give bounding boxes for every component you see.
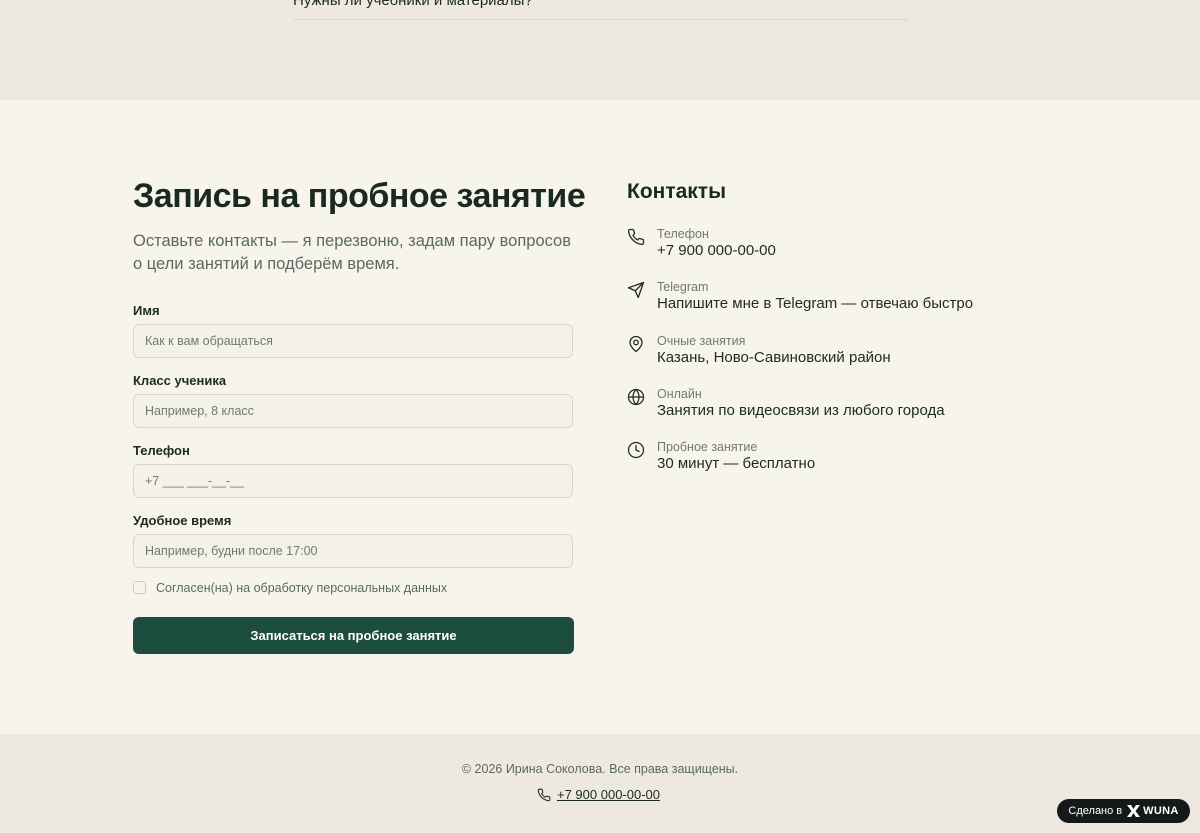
booking-form: Запись на пробное занятие Оставьте конта… (133, 176, 586, 654)
contact-value: Занятия по видеосвязи из любого города (657, 402, 945, 419)
time-field: Удобное время (133, 513, 574, 568)
faq-question: Нужны ли учебники и материалы? (293, 0, 533, 9)
contact-value: +7 900 000-00-00 (657, 242, 776, 259)
phone-field: Телефон (133, 443, 574, 498)
phone-icon (537, 788, 551, 801)
form-subtitle: Оставьте контакты — я перезвоню, задам п… (133, 232, 571, 273)
contact-label: Очные занятия (657, 334, 746, 348)
submit-button[interactable]: Записаться на пробное занятие (133, 617, 574, 654)
phone-label: Телефон (133, 443, 190, 458)
faq-section-end: Нужны ли учебники и материалы? (0, 0, 1200, 100)
location-pin-icon (629, 335, 643, 353)
contact-label: Telegram (657, 280, 709, 294)
faq-item[interactable]: Нужны ли учебники и материалы? (293, 0, 909, 20)
consent-row[interactable]: Согласен(на) на обработку персональных д… (133, 580, 448, 595)
contact-trial: Пробное занятие 30 минут — бесплатно (627, 440, 1087, 480)
contact-offline: Очные занятия Казань, Ново-Савиновский р… (627, 334, 1087, 374)
phone-input[interactable] (133, 464, 573, 498)
booking-section: Запись на пробное занятие Оставьте конта… (0, 100, 1200, 734)
time-input[interactable] (133, 534, 573, 568)
contacts-panel: Контакты Телефон +7 900 000-00-00 Telegr… (627, 180, 1087, 472)
contacts-title: Контакты (627, 180, 727, 203)
contact-label: Телефон (657, 227, 709, 241)
grade-input[interactable] (133, 394, 573, 428)
wuna-logo-icon (1127, 805, 1141, 817)
footer-phone-link[interactable]: +7 900 000-00-00 (557, 787, 660, 802)
consent-checkbox[interactable] (133, 580, 146, 594)
name-label: Имя (133, 303, 160, 318)
clock-icon (627, 441, 645, 459)
contact-label: Пробное занятие (657, 440, 758, 454)
globe-icon (627, 388, 645, 406)
phone-icon (627, 228, 645, 246)
time-label: Удобное время (133, 513, 232, 528)
name-field: Имя (133, 303, 574, 358)
form-title: Запись на пробное занятие (133, 177, 586, 215)
footer-phone: +7 900 000-00-00 (537, 787, 660, 802)
contact-value: 30 минут — бесплатно (657, 455, 816, 472)
copyright-text: © 2026 Ирина Соколова. Все права защищен… (461, 762, 739, 776)
footer: © 2026 Ирина Соколова. Все права защищен… (0, 734, 1200, 833)
contact-phone[interactable]: Телефон +7 900 000-00-00 (627, 227, 1087, 267)
send-icon (627, 281, 645, 299)
badge-brand: WUNA (1143, 805, 1179, 817)
consent-label: Согласен(на) на обработку персональных д… (156, 581, 448, 595)
contact-value: Казань, Ново-Савиновский район (657, 349, 891, 366)
made-with-badge[interactable]: Сделано в WUNA (1057, 799, 1190, 823)
badge-prefix: Сделано в (1068, 805, 1123, 817)
grade-field: Класс ученика (133, 373, 574, 428)
contact-label: Онлайн (657, 387, 702, 401)
grade-label: Класс ученика (133, 373, 227, 388)
contact-value: Напишите мне в Telegram — отвечаю быстро (657, 295, 974, 312)
contact-telegram[interactable]: Telegram Напишите мне в Telegram — отвеч… (627, 280, 1087, 320)
contact-online: Онлайн Занятия по видеосвязи из любого г… (627, 387, 1087, 427)
name-input[interactable] (133, 324, 573, 358)
